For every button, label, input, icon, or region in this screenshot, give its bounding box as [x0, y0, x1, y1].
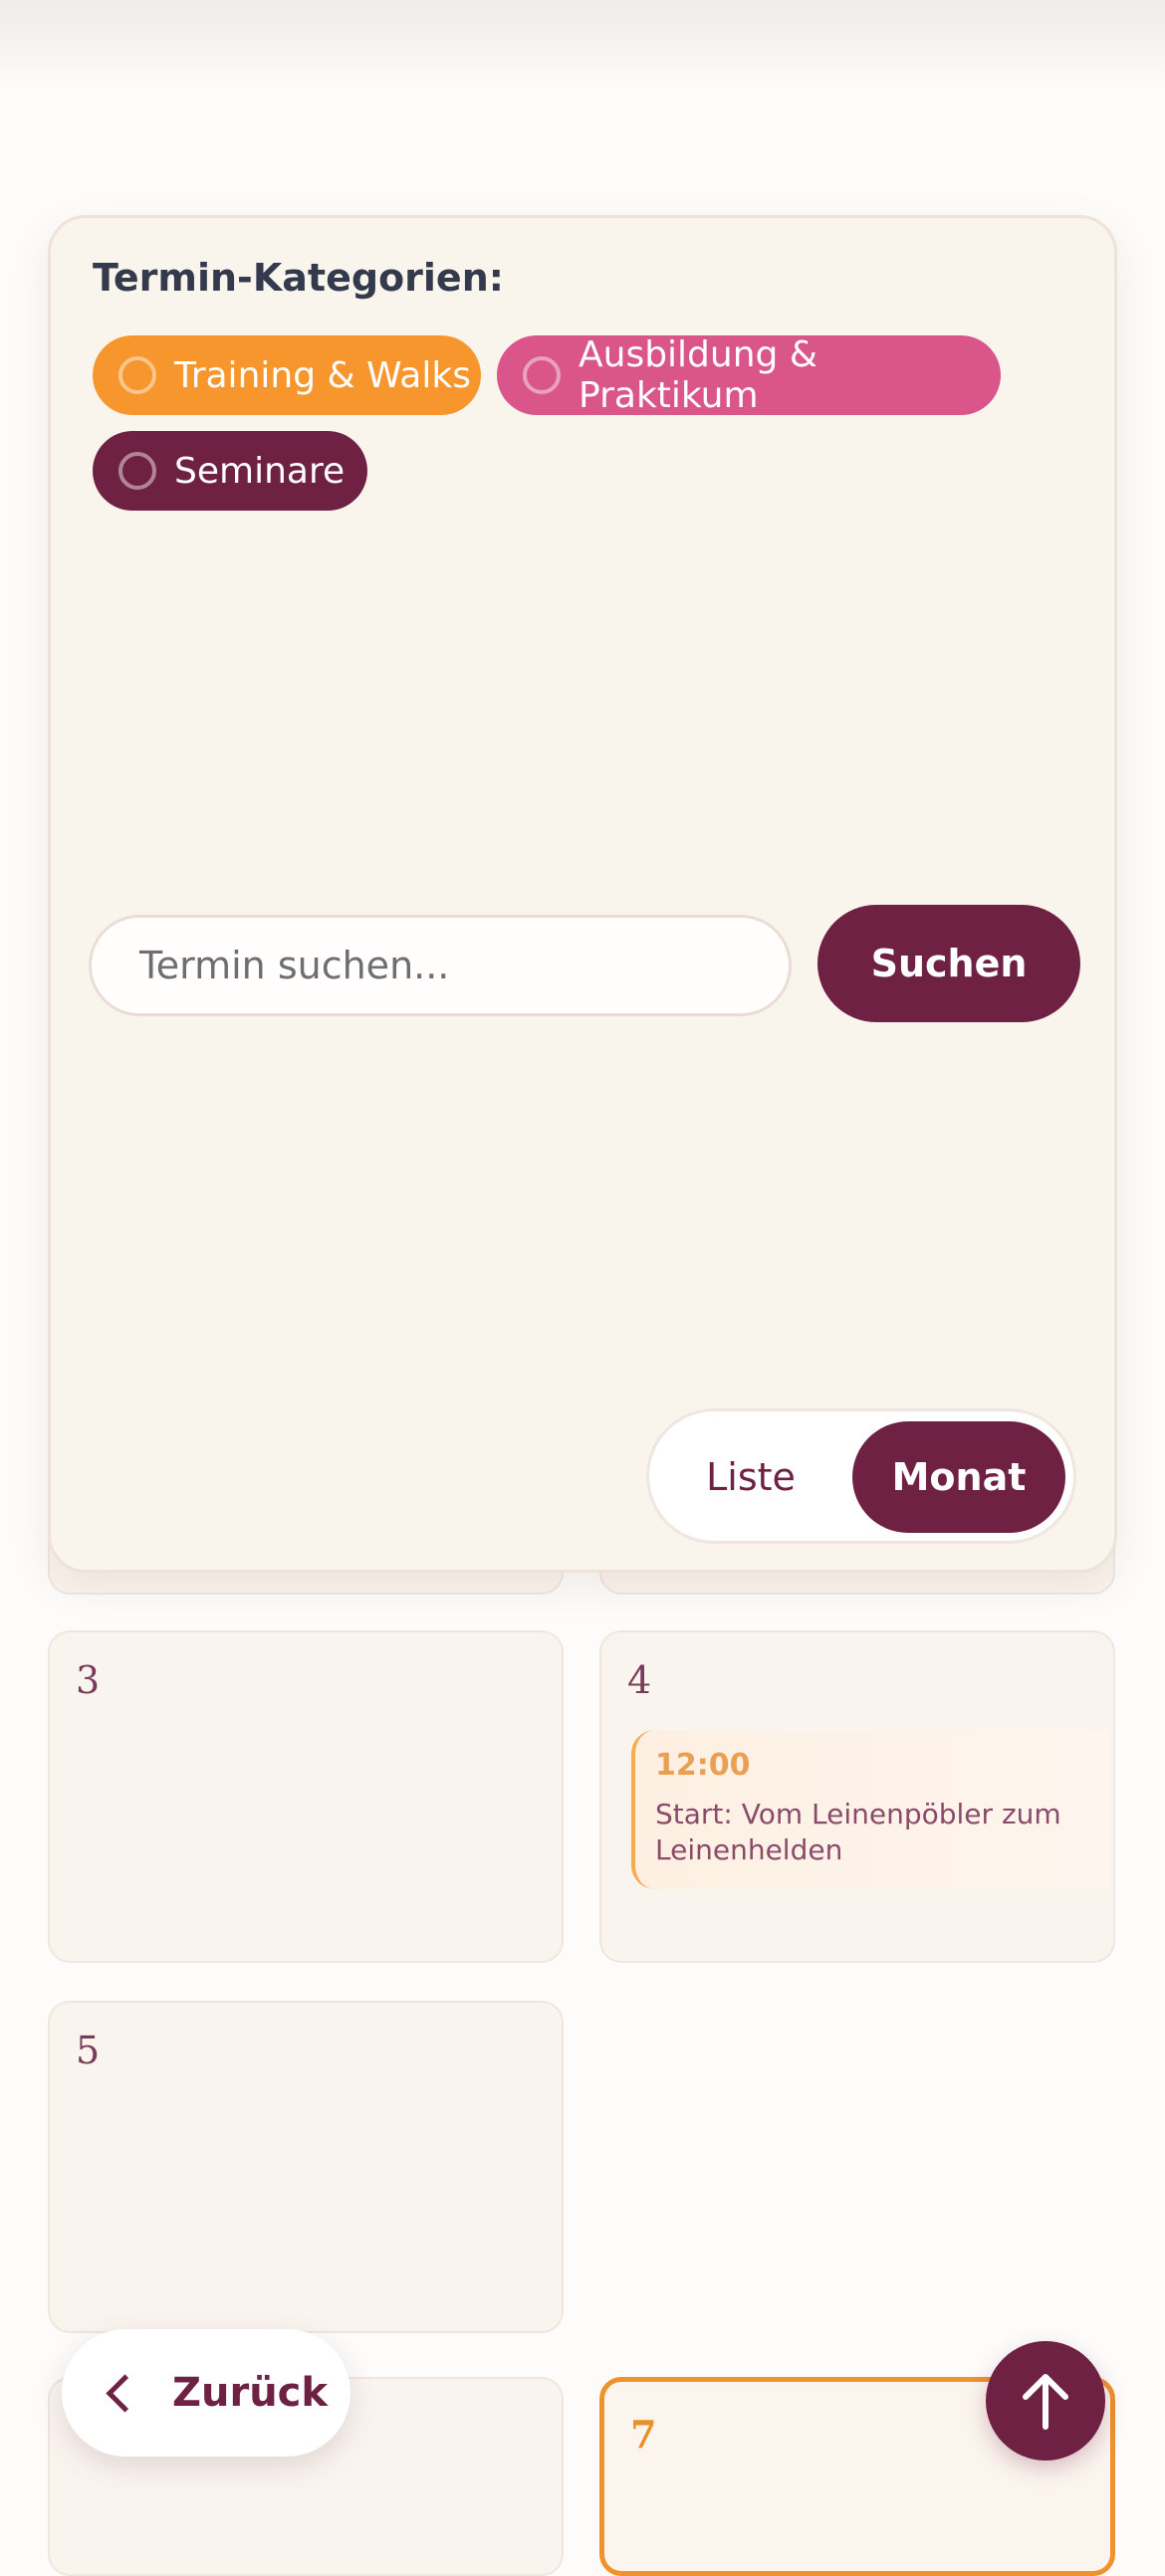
- calendar-day-4[interactable]: 4 12:00 Start: Vom Leinenpöbler zum Lein…: [599, 1630, 1115, 1963]
- category-label: Training & Walks: [174, 354, 471, 396]
- calendar-day-3[interactable]: 3: [48, 1630, 564, 1963]
- event-time: 12:00: [655, 1748, 751, 1783]
- category-label: Seminare: [174, 450, 346, 492]
- category-chip-ausbildung[interactable]: Ausbildung & Praktikum: [497, 334, 1001, 416]
- back-label: Zurück: [172, 2370, 328, 2416]
- search-button[interactable]: Suchen: [817, 905, 1080, 1022]
- search-input[interactable]: [89, 915, 792, 1016]
- back-button[interactable]: Zurück: [62, 2329, 350, 2457]
- header-shadow: [0, 0, 1165, 90]
- filter-title: Termin-Kategorien:: [93, 256, 504, 300]
- category-chip-training[interactable]: Training & Walks: [93, 335, 481, 415]
- view-toggle: Liste Monat: [646, 1408, 1076, 1544]
- day-number: 5: [76, 2029, 101, 2072]
- calendar-event[interactable]: 12:00 Start: Vom Leinenpöbler zum Leinen…: [631, 1730, 1109, 1889]
- filter-panel: Termin-Kategorien: Training & Walks Ausb…: [48, 215, 1117, 1573]
- radio-ring-icon: [118, 356, 156, 394]
- calendar-day-5[interactable]: 5: [48, 2001, 564, 2333]
- day-number: 4: [627, 1658, 652, 1702]
- category-label: Ausbildung & Praktikum: [579, 334, 817, 416]
- view-month-button[interactable]: Monat: [852, 1421, 1065, 1533]
- category-chip-seminare[interactable]: Seminare: [93, 431, 367, 511]
- radio-ring-icon: [118, 452, 156, 490]
- chevron-left-icon: [106, 2373, 144, 2413]
- event-title: Start: Vom Leinenpöbler zum Leinenhelden: [655, 1798, 1061, 1866]
- radio-ring-icon: [523, 356, 561, 394]
- day-number: 3: [76, 1658, 101, 1702]
- view-list-button[interactable]: Liste: [661, 1421, 840, 1533]
- scroll-top-button[interactable]: [986, 2341, 1105, 2461]
- arrow-up-icon: [1023, 2374, 1068, 2430]
- day-number: 7: [630, 2412, 657, 2457]
